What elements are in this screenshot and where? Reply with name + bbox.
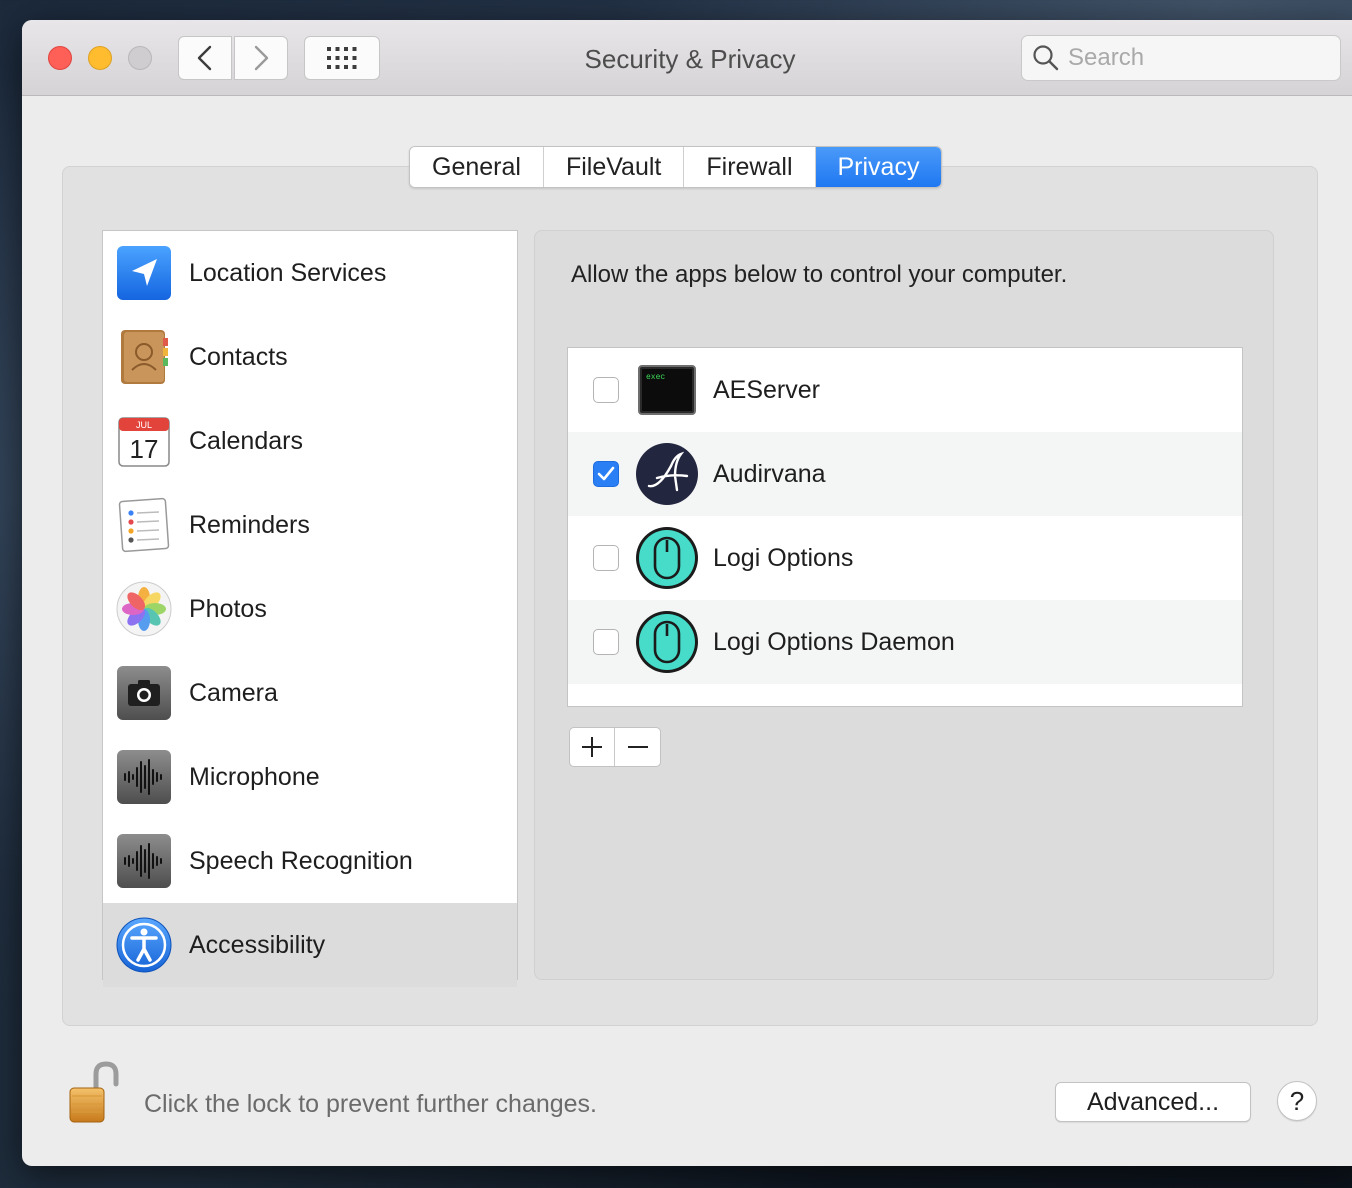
unlocked-padlock-icon[interactable]: [66, 1060, 122, 1126]
app-checkbox[interactable]: [593, 377, 619, 403]
tab-firewall[interactable]: Firewall: [684, 147, 816, 187]
sidebar-item-camera[interactable]: Camera: [103, 651, 517, 735]
sidebar-item-label: Photos: [189, 594, 267, 623]
sidebar-item-label: Microphone: [189, 762, 320, 791]
calendar-icon: JUL 17: [118, 417, 170, 467]
sidebar-item-reminders[interactable]: Reminders: [103, 483, 517, 567]
waveform-icon: [117, 834, 171, 888]
app-list: exec AEServer Audirvana Logi Options Log…: [567, 347, 1243, 707]
app-name: Audirvana: [713, 459, 826, 488]
sidebar-item-label: Calendars: [189, 426, 303, 455]
grid-icon: [327, 47, 357, 69]
sidebar-item-accessibility[interactable]: Accessibility: [103, 903, 517, 987]
close-window-button[interactable]: [48, 46, 72, 70]
search-field[interactable]: [1021, 35, 1341, 81]
exec-icon-text: exec: [646, 373, 665, 382]
sidebar-item-location-services[interactable]: Location Services: [103, 231, 517, 315]
chevron-right-icon: [254, 45, 269, 71]
app-name: Logi Options: [713, 543, 854, 572]
remove-app-button[interactable]: [615, 728, 660, 766]
sidebar-item-label: Camera: [189, 678, 278, 707]
list-item-logi-options: Logi Options: [568, 516, 1242, 600]
list-item-aeserver: exec AEServer: [568, 348, 1242, 432]
tab-privacy[interactable]: Privacy: [815, 147, 942, 187]
tab-filevault[interactable]: FileVault: [543, 147, 685, 187]
calendar-icon-month: JUL: [136, 420, 152, 430]
app-checkbox[interactable]: [593, 545, 619, 571]
tab-bar: General FileVault Firewall Privacy: [409, 146, 943, 188]
camera-icon: [117, 666, 171, 720]
sidebar-item-contacts[interactable]: Contacts: [103, 315, 517, 399]
accessibility-pane: Allow the apps below to control your com…: [534, 230, 1274, 980]
sidebar-item-label: Location Services: [189, 258, 387, 287]
sidebar-item-microphone[interactable]: Microphone: [103, 735, 517, 819]
accessibility-icon: [116, 917, 172, 973]
logi-mouse-icon: [636, 611, 698, 673]
show-all-button[interactable]: [304, 36, 380, 80]
help-button[interactable]: ?: [1277, 1081, 1317, 1121]
pane-description: Allow the apps below to control your com…: [571, 261, 1068, 288]
forward-button[interactable]: [234, 36, 288, 80]
app-name: AEServer: [713, 375, 820, 404]
chevron-left-icon: [197, 45, 212, 71]
title-bar: Security & Privacy: [22, 20, 1352, 96]
add-app-button[interactable]: [570, 728, 616, 766]
search-input[interactable]: [1068, 44, 1328, 72]
preferences-window: Security & Privacy General FileVault Fir…: [22, 20, 1352, 1166]
advanced-button[interactable]: Advanced...: [1055, 1082, 1251, 1122]
waveform-icon: [117, 750, 171, 804]
photos-flower-icon: [116, 581, 172, 637]
zoom-window-button[interactable]: [128, 46, 152, 70]
app-checkbox[interactable]: [593, 629, 619, 655]
sidebar-item-label: Contacts: [189, 342, 288, 371]
sidebar-item-photos[interactable]: Photos: [103, 567, 517, 651]
list-item-audirvana: Audirvana: [568, 432, 1242, 516]
sidebar-item-calendars[interactable]: JUL 17 Calendars: [103, 399, 517, 483]
contacts-book-icon: [121, 330, 168, 384]
checkmark-icon: [597, 466, 615, 481]
add-remove-control: [569, 727, 661, 767]
search-icon: [1033, 45, 1059, 71]
sidebar-item-label: Accessibility: [189, 930, 326, 959]
app-name: Logi Options Daemon: [713, 627, 955, 656]
tab-general[interactable]: General: [410, 147, 544, 187]
list-item-logi-options-daemon: Logi Options Daemon: [568, 600, 1242, 684]
exec-terminal-icon: exec: [638, 365, 696, 415]
minus-icon: [627, 746, 648, 748]
plus-icon: [582, 737, 602, 757]
minimize-window-button[interactable]: [88, 46, 112, 70]
app-checkbox[interactable]: [593, 461, 619, 487]
sidebar-item-label: Reminders: [189, 510, 310, 539]
logi-mouse-icon: [636, 527, 698, 589]
privacy-category-list: Location Services Contacts JUL 17 Calend…: [102, 230, 518, 987]
location-arrow-icon: [117, 246, 171, 300]
list-item-partial: [568, 684, 1242, 706]
reminders-list-icon: [118, 497, 170, 553]
sidebar-item-speech-recognition[interactable]: Speech Recognition: [103, 819, 517, 903]
lock-hint-text: Click the lock to prevent further change…: [144, 1090, 598, 1118]
sidebar-item-label: Speech Recognition: [189, 846, 413, 875]
calendar-icon-day: 17: [130, 434, 159, 464]
audirvana-icon: [636, 443, 698, 505]
back-button[interactable]: [178, 36, 232, 80]
